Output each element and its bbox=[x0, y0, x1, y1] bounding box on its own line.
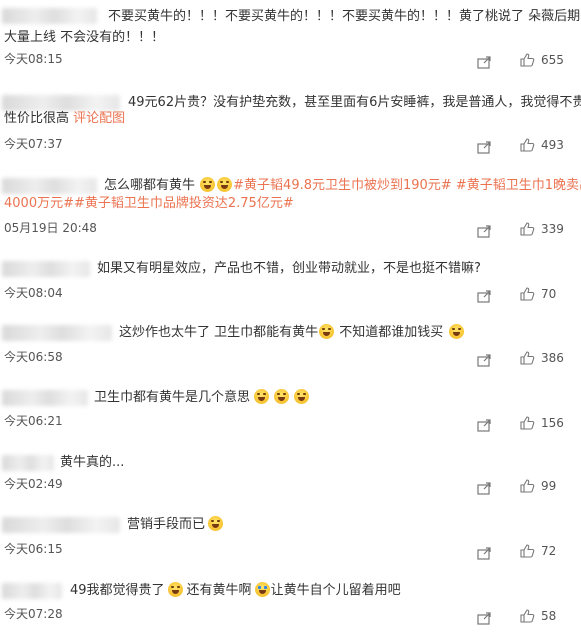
comment-1: 不要买黄牛的！！！不要买黄牛的！！！不要买黄牛的！！！黄了桃说了 朵薇后期会 大… bbox=[0, 6, 581, 72]
comment-8: 营销手段而已 今天06:15 72 bbox=[0, 514, 581, 562]
comment-text-line2: 4000万元##黄子韬卫生巾品牌投资达2.75亿元# bbox=[4, 193, 563, 214]
comment-time: 今天07:28 bbox=[4, 607, 63, 621]
like-count: 156 bbox=[541, 416, 564, 430]
thumbs-up-icon bbox=[520, 222, 535, 236]
like-count: 70 bbox=[541, 287, 557, 301]
blurred-username bbox=[2, 261, 90, 277]
comment-actions: 58 bbox=[477, 609, 565, 625]
comment-3: 怎么哪都有黄牛 #黄子韬49.8元卫生巾被炒到190元# #黄子韬卫生巾1晚卖出… bbox=[0, 175, 581, 241]
comment-6: 卫生巾都有黄牛是几个意思 今天06:21 156 bbox=[0, 387, 581, 435]
blurred-username bbox=[2, 455, 54, 471]
like-count: 99 bbox=[541, 479, 557, 493]
comment-text: 如果又有明星效应，产品也不错，创业带动就业，不是也挺不错嘛? bbox=[97, 261, 481, 276]
comment-2: 49元62片贵？没有护垫充数，甚至里面有6片安睡裤，我是普通人，我觉得不贵， 性… bbox=[0, 92, 581, 158]
blurred-username bbox=[2, 583, 62, 599]
blurred-username bbox=[2, 517, 120, 533]
like-button[interactable]: 99 bbox=[520, 479, 565, 493]
comment-image-link[interactable]: 评论配图 bbox=[73, 111, 125, 126]
like-button[interactable]: 493 bbox=[520, 138, 565, 152]
like-button[interactable]: 339 bbox=[520, 222, 565, 236]
comment-time: 今天08:04 bbox=[4, 286, 63, 300]
laugh-cry-emoji bbox=[200, 177, 216, 192]
comment-actions: 72 bbox=[477, 544, 565, 560]
share-icon[interactable] bbox=[477, 139, 492, 154]
comment-actions: 339 bbox=[477, 222, 565, 238]
comment-time: 今天07:37 bbox=[4, 137, 63, 151]
thinking-emoji bbox=[449, 324, 465, 339]
share-icon[interactable] bbox=[477, 54, 492, 69]
comment-time: 今天08:15 bbox=[4, 52, 63, 66]
thumbs-up-icon bbox=[520, 609, 535, 623]
comment-actions: 156 bbox=[477, 416, 565, 432]
like-count: 58 bbox=[541, 609, 557, 623]
share-icon[interactable] bbox=[477, 545, 492, 560]
laugh-cry-emoji bbox=[254, 389, 270, 404]
like-count: 72 bbox=[541, 544, 557, 558]
blurred-username bbox=[2, 178, 97, 194]
blurred-username bbox=[2, 8, 97, 24]
hashtag-link[interactable]: #黄子韬49.8元卫生巾被炒到190元# bbox=[233, 178, 452, 193]
share-icon[interactable] bbox=[477, 352, 492, 367]
comment-actions: 493 bbox=[477, 138, 565, 154]
laugh-cry-emoji bbox=[319, 324, 335, 339]
thumbs-up-icon bbox=[520, 544, 535, 558]
share-icon[interactable] bbox=[477, 223, 492, 238]
like-button[interactable]: 72 bbox=[520, 544, 565, 558]
thumbs-up-icon bbox=[520, 416, 535, 430]
comment-text: 黄牛真的... bbox=[60, 455, 125, 470]
comment-actions: 70 bbox=[477, 287, 565, 303]
laugh-cry-emoji bbox=[274, 389, 290, 404]
comment-time: 今天06:15 bbox=[4, 542, 63, 556]
thumbs-up-icon bbox=[520, 53, 535, 67]
comment-time: 今天06:58 bbox=[4, 350, 63, 364]
like-count: 339 bbox=[541, 222, 564, 236]
comment-text: 这炒作也太牛了 卫生巾都能有黄牛 不知道都谁加钱买 bbox=[119, 322, 563, 343]
crying-emoji bbox=[254, 582, 270, 597]
share-icon[interactable] bbox=[477, 288, 492, 303]
like-button[interactable]: 70 bbox=[520, 287, 565, 301]
hashtag-link[interactable]: 4000万元##黄子韬卫生巾品牌投资达2.75亿元# bbox=[4, 196, 294, 211]
like-button[interactable]: 655 bbox=[520, 53, 565, 67]
comment-text: 49我都觉得贵了 还有黄牛啊 让黄牛自个儿留着用吧 bbox=[70, 582, 401, 598]
laugh-cry-emoji bbox=[167, 582, 183, 597]
grinning-emoji bbox=[208, 516, 224, 531]
comment-actions: 655 bbox=[477, 53, 565, 69]
comment-time: 05月19日 20:48 bbox=[4, 221, 97, 235]
comment-4: 如果又有明星效应，产品也不错，创业带动就业，不是也挺不错嘛? 今天08:04 7… bbox=[0, 258, 581, 304]
comment-text-line2: 性价比很高 评论配图 bbox=[4, 111, 126, 126]
like-count: 655 bbox=[541, 53, 564, 67]
share-icon[interactable] bbox=[477, 417, 492, 432]
comment-7: 黄牛真的... 今天02:49 99 bbox=[0, 452, 581, 498]
like-button[interactable]: 58 bbox=[520, 609, 565, 623]
laugh-cry-emoji bbox=[217, 177, 233, 192]
thumbs-up-icon bbox=[520, 479, 535, 493]
comment-actions: 99 bbox=[477, 479, 565, 495]
comment-time: 今天02:49 bbox=[4, 477, 63, 491]
comment-text-line2: 大量上线 不会没有的！！！ bbox=[4, 30, 165, 45]
comment-actions: 386 bbox=[477, 351, 565, 367]
share-icon[interactable] bbox=[477, 480, 492, 495]
like-button[interactable]: 386 bbox=[520, 351, 565, 365]
comment-text: 营销手段而已 bbox=[127, 514, 563, 535]
comment-time: 今天06:21 bbox=[4, 414, 63, 428]
like-button[interactable]: 156 bbox=[520, 416, 565, 430]
laugh-cry-emoji bbox=[294, 389, 310, 404]
comment-5: 这炒作也太牛了 卫生巾都能有黄牛 不知道都谁加钱买 今天06:58 386 bbox=[0, 322, 581, 370]
like-count: 493 bbox=[541, 138, 564, 152]
blurred-username bbox=[2, 390, 88, 406]
thumbs-up-icon bbox=[520, 287, 535, 301]
share-icon[interactable] bbox=[477, 610, 492, 625]
thumbs-up-icon bbox=[520, 351, 535, 365]
blurred-username bbox=[2, 325, 112, 341]
comment-text: 不要买黄牛的！！！不要买黄牛的！！！不要买黄牛的！！！黄了桃说了 朵薇后期会 bbox=[108, 9, 581, 24]
like-count: 386 bbox=[541, 351, 564, 365]
thumbs-up-icon bbox=[520, 138, 535, 152]
hashtag-link[interactable]: #黄子韬卫生巾1晚卖出 bbox=[456, 178, 581, 193]
comment-text: 卫生巾都有黄牛是几个意思 bbox=[94, 387, 563, 408]
comment-9: 49我都觉得贵了 还有黄牛啊 让黄牛自个儿留着用吧 今天07:28 58 bbox=[0, 580, 581, 628]
